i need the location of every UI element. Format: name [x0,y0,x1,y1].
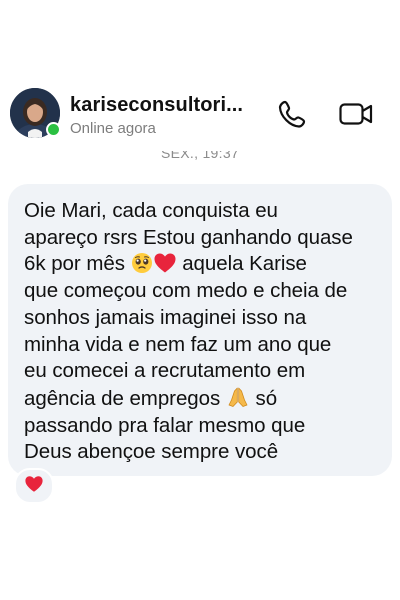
red-heart-emoji-icon [153,252,177,275]
message-text: Oie Mari, cada conquista eu apareço rsrs… [24,198,378,466]
contact-name[interactable]: kariseconsultori... [70,94,266,117]
message-line: passando pra falar mesmo que [24,413,306,437]
incoming-message-bubble[interactable]: Oie Mari, cada conquista eu apareço rsrs… [8,184,392,476]
message-line: Oie Mari, cada conquista eu [24,199,278,222]
message-line: Deus abençoe sempre você [24,440,279,464]
message-line: 6k por mês [24,252,131,276]
message-line: aquela Karise [176,252,307,276]
chat-screen: kariseconsultori... Online agora SEX., 1… [0,0,400,600]
message-line: minha vida e nem faz um ano que [24,332,332,356]
message-line: agência de empregos [24,386,226,410]
message-reaction[interactable] [14,468,54,504]
online-status-dot [46,122,61,137]
message-line: apareço rsrs Estou ganhando quase [24,225,353,249]
video-camera-icon[interactable] [338,96,374,132]
message-line: só [249,386,278,410]
timestamp-mask [0,140,400,151]
pleading-face-emoji-icon [131,252,153,275]
contact-avatar[interactable] [10,88,61,138]
online-status-text: Online agora [70,120,156,137]
message-line: eu comecei a recrutamento em [24,359,306,383]
folded-hands-emoji-icon [226,387,250,410]
message-line: que começou com medo e cheia de [24,279,348,303]
message-timestamp: SEX., 19:37 [0,140,400,166]
message-line: sonhos jamais imaginei isso na [24,305,307,329]
phone-icon[interactable] [274,96,310,132]
red-heart-icon [24,475,44,498]
